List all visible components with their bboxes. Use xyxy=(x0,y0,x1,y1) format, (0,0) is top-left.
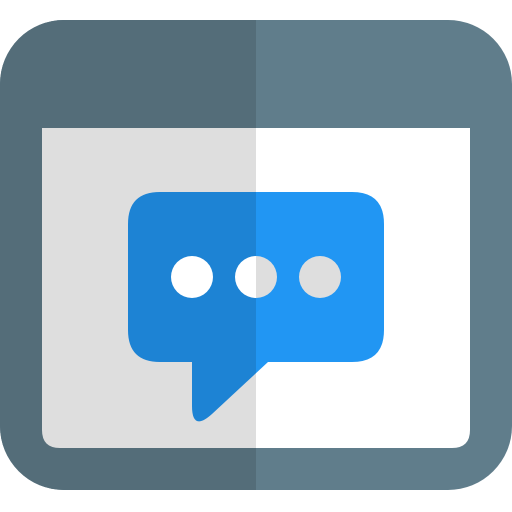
typing-dot-1-shade xyxy=(171,256,213,298)
browser-chat-svg xyxy=(0,20,512,490)
browser-chat-icon xyxy=(0,0,512,512)
typing-dot-3 xyxy=(299,256,341,298)
